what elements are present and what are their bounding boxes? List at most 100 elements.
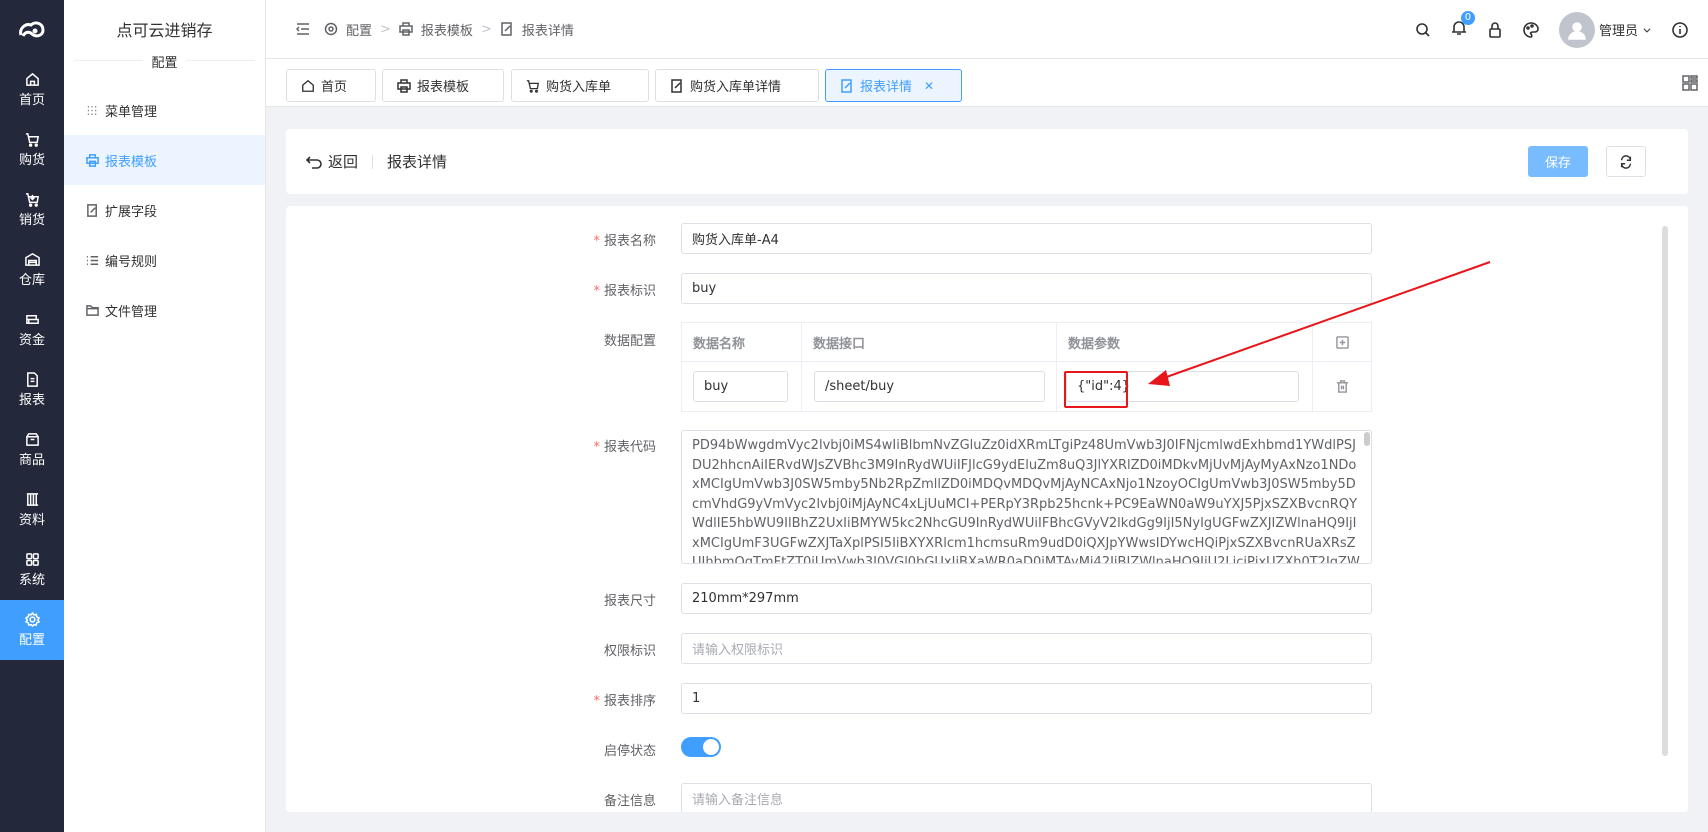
close-icon[interactable]: ✕	[924, 79, 934, 93]
report-name-input[interactable]: 购货入库单-A4	[681, 223, 1372, 254]
back-button[interactable]: 返回	[328, 151, 358, 172]
search-icon[interactable]	[1415, 22, 1431, 38]
sidebar-item-label: 编号规则	[105, 254, 158, 270]
column-header: 数据接口	[802, 323, 1057, 361]
sidebar-item-numbering-rules[interactable]: 编号规则	[64, 235, 265, 285]
rail-item-label: 销货	[18, 213, 45, 228]
cloud-logo-icon	[19, 21, 45, 38]
rail-item-config[interactable]: 配置	[0, 600, 64, 660]
printer-icon	[86, 153, 99, 167]
back-arrow-icon[interactable]	[306, 154, 322, 170]
secondary-sidebar: 点可云进销存 配置 菜单管理 报表模板 扩展字段 编号规则 文件管理	[64, 0, 266, 832]
edit-doc-icon	[671, 78, 682, 93]
rail-item-purchase[interactable]: 购货	[0, 120, 64, 180]
collapse-menu-icon[interactable]	[296, 22, 310, 36]
tab-label: 购货入库单详情	[690, 80, 782, 95]
table-header-row: 数据名称 数据接口 数据参数	[682, 323, 1371, 362]
sidebar-item-menu-management[interactable]: 菜单管理	[64, 85, 265, 135]
header-actions: 0 管理员	[1415, 0, 1688, 59]
user-menu[interactable]: 管理员	[1558, 11, 1652, 48]
rail-item-system[interactable]: 系统	[0, 540, 64, 600]
edit-doc-icon	[501, 22, 512, 36]
data-config-label: 数据配置	[603, 334, 656, 349]
lock-icon[interactable]	[1487, 21, 1503, 38]
report-icon	[26, 372, 38, 387]
data-config-table: 数据名称 数据接口 数据参数 buy /sheet/buy {"id":4}	[681, 322, 1372, 412]
tab-home[interactable]: 首页	[286, 69, 376, 102]
palette-icon[interactable]	[1523, 21, 1539, 38]
form-scrollbar[interactable]	[1662, 226, 1668, 756]
info-icon[interactable]	[1672, 21, 1688, 38]
chevron-down-icon	[1643, 27, 1651, 33]
report-code-label: * 报表代码	[593, 440, 656, 455]
user-icon	[1568, 21, 1586, 40]
status-toggle[interactable]	[681, 737, 721, 757]
tab-report-templates[interactable]: 报表模板	[382, 69, 504, 102]
sidebar-item-report-templates[interactable]: 报表模板	[64, 135, 265, 185]
primary-nav-rail: 首页 购货 销货 仓库 资金 报表 商品 资料 系统 配置	[0, 0, 64, 832]
printer-icon	[397, 78, 411, 93]
list-icon	[86, 255, 99, 265]
refresh-icon	[1620, 154, 1632, 169]
remark-input[interactable]: 请输入备注信息	[681, 783, 1372, 812]
plus-square-icon	[1335, 335, 1349, 349]
report-key-input[interactable]: buy	[681, 273, 1372, 304]
rail-item-reports[interactable]: 报表	[0, 360, 64, 420]
app-logo[interactable]	[0, 0, 64, 60]
breadcrumb: 配置 > 报表模板 > 报表详情	[296, 20, 574, 39]
report-size-input[interactable]: 210mm*297mm	[681, 583, 1372, 614]
edit-doc-icon	[841, 78, 852, 93]
scrollbar-thumb[interactable]	[1364, 432, 1370, 446]
breadcrumb-item[interactable]: 配置	[346, 20, 372, 39]
rail-item-goods[interactable]: 商品	[0, 420, 64, 480]
rail-item-label: 仓库	[18, 273, 45, 288]
rail-item-data[interactable]: 资料	[0, 480, 64, 540]
sidebar-item-extension-fields[interactable]: 扩展字段	[64, 185, 265, 235]
data-api-input[interactable]: /sheet/buy	[814, 371, 1045, 402]
books-icon	[26, 493, 38, 506]
gear-icon	[24, 612, 40, 627]
chevron-right-icon: >	[380, 21, 391, 37]
tab-label: 报表详情	[860, 80, 913, 95]
rail-item-sales[interactable]: 销货	[0, 180, 64, 240]
sidebar-item-label: 文件管理	[105, 304, 158, 320]
rail-item-warehouse[interactable]: 仓库	[0, 240, 64, 300]
rail-item-home[interactable]: 首页	[0, 60, 64, 120]
sidebar-item-file-management[interactable]: 文件管理	[64, 285, 265, 335]
tab-label: 报表模板	[417, 80, 470, 95]
tab-purchase-inbound-detail[interactable]: 购货入库单详情	[655, 69, 819, 102]
notifications-button[interactable]: 0	[1451, 10, 1475, 40]
edit-doc-icon	[87, 203, 97, 217]
breadcrumb-item[interactable]: 报表模板	[421, 20, 473, 39]
report-name-label: * 报表名称	[593, 234, 656, 249]
report-sort-input[interactable]: 1	[681, 683, 1372, 714]
cart-icon	[25, 133, 39, 147]
page-tabs: 首页 报表模板 购货入库单 购货入库单详情 报表详情 ✕	[266, 59, 1708, 107]
user-name: 管理员	[1598, 24, 1638, 39]
box-icon	[25, 433, 39, 446]
remark-label: 备注信息	[603, 794, 656, 809]
rail-item-funds[interactable]: 资金	[0, 300, 64, 360]
rail-item-label: 首页	[18, 93, 45, 108]
refresh-button[interactable]	[1606, 146, 1646, 177]
permission-key-input[interactable]: 请输入权限标识	[681, 633, 1372, 664]
sidebar-item-label: 报表模板	[105, 154, 158, 170]
tab-report-detail[interactable]: 报表详情 ✕	[825, 69, 962, 102]
cell-name: buy	[682, 362, 802, 411]
add-row-button[interactable]	[1313, 323, 1371, 361]
delete-row-button[interactable]	[1313, 362, 1371, 411]
report-code-textarea[interactable]: PD94bWwgdmVyc2lvbj0iMS4wIiBlbmNvZGluZz0i…	[681, 430, 1372, 564]
rail-item-label: 资料	[18, 513, 45, 528]
money-icon	[25, 315, 39, 324]
home-icon	[25, 72, 39, 86]
printer-icon	[399, 22, 413, 36]
save-button[interactable]: 保存	[1528, 146, 1588, 177]
report-size-label: 报表尺寸	[603, 594, 656, 609]
tab-purchase-inbound[interactable]: 购货入库单	[511, 69, 649, 102]
sidebar-item-label: 菜单管理	[105, 104, 158, 120]
column-header: 数据参数	[1057, 323, 1313, 361]
tabs-menu-button[interactable]	[1682, 75, 1698, 95]
data-name-input[interactable]: buy	[693, 371, 788, 402]
layout-grid-icon	[1682, 75, 1698, 91]
report-sort-label: * 报表排序	[593, 694, 656, 709]
